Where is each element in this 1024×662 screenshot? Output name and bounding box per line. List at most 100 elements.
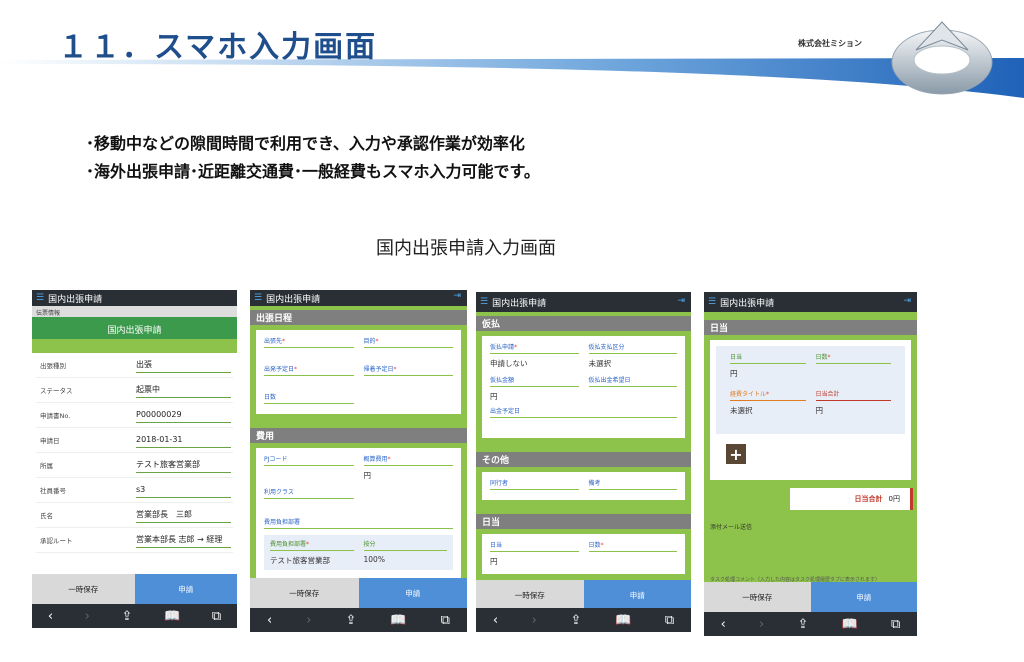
field-advance-type[interactable]: 仮払支払区分 未選択: [588, 342, 677, 369]
field-destination[interactable]: 出張先: [264, 336, 354, 358]
allowance-total-box: 日当合計 0円: [790, 488, 913, 510]
row-value[interactable]: 営業本部長 志郎 → 経理: [136, 532, 231, 548]
app-header: ☰ 国内出張申請: [32, 290, 237, 306]
field-return-date[interactable]: 帰着予定日: [363, 364, 453, 386]
burden-dept[interactable]: 費用負担部署テスト旅客営業部: [270, 539, 354, 566]
bookmarks-icon[interactable]: 📖: [164, 609, 180, 624]
menu-icon[interactable]: ☰: [254, 293, 262, 303]
logout-icon[interactable]: ⇥: [677, 296, 685, 306]
field-allowance-days[interactable]: 日数: [588, 540, 677, 567]
field-value: [816, 364, 892, 374]
field-label: 概算費用: [363, 454, 453, 466]
field-companion[interactable]: 同行者: [490, 478, 579, 490]
apply-button[interactable]: 申請: [810, 582, 917, 612]
add-row-button[interactable]: +: [726, 444, 746, 464]
field-departure-date[interactable]: 出発予定日: [264, 364, 354, 386]
save-draft-button[interactable]: 一時保存: [32, 574, 135, 604]
field-label: 利用クラス: [264, 487, 354, 499]
back-icon[interactable]: ‹: [493, 613, 498, 628]
bookmarks-icon[interactable]: 📖: [390, 613, 406, 628]
back-icon[interactable]: ‹: [267, 613, 272, 628]
info-row: 出張種別 出張: [36, 353, 233, 378]
forward-icon[interactable]: ›: [759, 617, 764, 632]
field-value: テスト旅客営業部: [270, 556, 330, 565]
row-value[interactable]: 2018-01-31: [136, 432, 231, 448]
field-advance-request[interactable]: 仮払申請申請しない: [490, 342, 579, 369]
info-row: 社員番号 s3: [36, 478, 233, 503]
tabs-icon[interactable]: ⧉: [891, 617, 900, 632]
app-header: ☰ 国内出張申請 ⇥: [704, 292, 917, 312]
back-icon[interactable]: ‹: [48, 609, 53, 624]
field-label: 目的: [363, 336, 453, 348]
bookmarks-icon[interactable]: 📖: [842, 617, 858, 632]
field-label: 出金予定日: [490, 406, 677, 418]
row-value: P00000029: [136, 407, 231, 423]
share-icon[interactable]: ⇪: [571, 613, 582, 628]
tabs-icon[interactable]: ⧉: [212, 609, 221, 624]
field-allowance[interactable]: 日当円: [730, 352, 806, 379]
field-purpose[interactable]: 目的: [363, 336, 453, 358]
company-name: 株式会社ミション: [798, 39, 862, 48]
tabs-icon[interactable]: ⧉: [665, 613, 674, 628]
bullet-list: ･移動中などの隙間時間で利用でき、入力や承認作業が効率化 ･海外出張申請･近距離…: [86, 130, 540, 186]
apply-button[interactable]: 申請: [134, 574, 237, 604]
field-value: [589, 387, 678, 397]
tabs-icon[interactable]: ⧉: [441, 613, 450, 628]
field-advance-amount[interactable]: 仮払金額円: [490, 375, 579, 402]
section-header: 費用: [250, 428, 467, 443]
field-label: 仮払出金希望日: [588, 375, 677, 387]
row-value: 営業部長 三郎: [136, 507, 231, 523]
bookmarks-icon[interactable]: 📖: [615, 613, 631, 628]
apply-button[interactable]: 申請: [358, 578, 467, 608]
share-icon[interactable]: ⇪: [797, 617, 808, 632]
field-allowance[interactable]: 日当円: [490, 540, 579, 567]
total-label: 日当合計: [854, 495, 883, 503]
action-footer: 一時保存 申請: [32, 574, 237, 604]
field-advance-date[interactable]: 仮払出金希望日: [588, 375, 678, 402]
row-value: s3: [136, 482, 231, 498]
apply-button[interactable]: 申請: [583, 580, 691, 610]
info-row: 申請日 2018-01-31: [36, 428, 233, 453]
phone-screen-1: ☰ 国内出張申請 伝票情報 国内出張申請 出張種別 出張 ステータス 起票中 申請書N…: [32, 290, 237, 628]
phone-screen-3: ☰ 国内出張申請 ⇥ 仮払 仮払申請申請しない 仮払支払区分未選択 仮払金額円 仮払…: [476, 292, 691, 632]
field-value: 円: [363, 471, 372, 480]
section-header: その他: [476, 452, 691, 467]
back-icon[interactable]: ‹: [721, 617, 726, 632]
phone-screen-2: ☰ 国内出張申請 ⇥ 出張日程 出張先 目的 出発予定日 帰着予定日 日数 費用 P…: [250, 290, 467, 632]
phone-screen-4: ☰国内出張申請⇥ 日当 日当円 日数 経費タイトル未選択 日当合計円 + 日当合…: [704, 292, 917, 636]
logout-icon[interactable]: ⇥: [453, 291, 461, 301]
forward-icon[interactable]: ›: [532, 613, 537, 628]
row-label: 所属: [40, 462, 53, 470]
field-label: 仮払申請: [490, 342, 579, 354]
field-expense-title[interactable]: 経費タイトル未選択: [730, 389, 806, 416]
menu-icon[interactable]: ☰: [708, 297, 716, 307]
menu-icon[interactable]: ☰: [36, 293, 44, 303]
row-value: テスト旅客営業部: [136, 457, 231, 473]
save-draft-button[interactable]: 一時保存: [476, 580, 584, 610]
field-days[interactable]: 日数: [264, 392, 354, 414]
field-estimated-cost[interactable]: 概算費用円: [363, 454, 453, 481]
menu-icon[interactable]: ☰: [480, 297, 488, 307]
forward-icon[interactable]: ›: [85, 609, 90, 624]
row-label: 氏名: [40, 512, 53, 520]
field-note[interactable]: 備考: [588, 478, 677, 490]
field-payout-date[interactable]: 出金予定日: [490, 406, 677, 428]
field-value: [490, 418, 677, 428]
forward-icon[interactable]: ›: [306, 613, 311, 628]
logout-icon[interactable]: ⇥: [903, 296, 911, 306]
save-draft-button[interactable]: 一時保存: [250, 578, 359, 608]
allowance-card: 日当円 日数: [482, 534, 685, 574]
field-value: 申請しない: [490, 359, 528, 368]
field-pj-code[interactable]: PJコード: [264, 454, 354, 481]
burden-ratio[interactable]: 按分 100%: [363, 539, 447, 566]
header-swoosh: [0, 58, 1024, 98]
share-icon[interactable]: ⇪: [345, 613, 356, 628]
share-icon[interactable]: ⇪: [122, 609, 133, 624]
field-label: 日当: [490, 540, 579, 552]
field-label: 仮払金額: [490, 375, 579, 387]
save-draft-button[interactable]: 一時保存: [704, 582, 811, 612]
field-days[interactable]: 日数: [815, 352, 892, 379]
row-value[interactable]: 出張: [136, 357, 231, 373]
field-class[interactable]: 利用クラス: [264, 487, 354, 509]
burden-section: 費用負担部署: [264, 517, 453, 529]
